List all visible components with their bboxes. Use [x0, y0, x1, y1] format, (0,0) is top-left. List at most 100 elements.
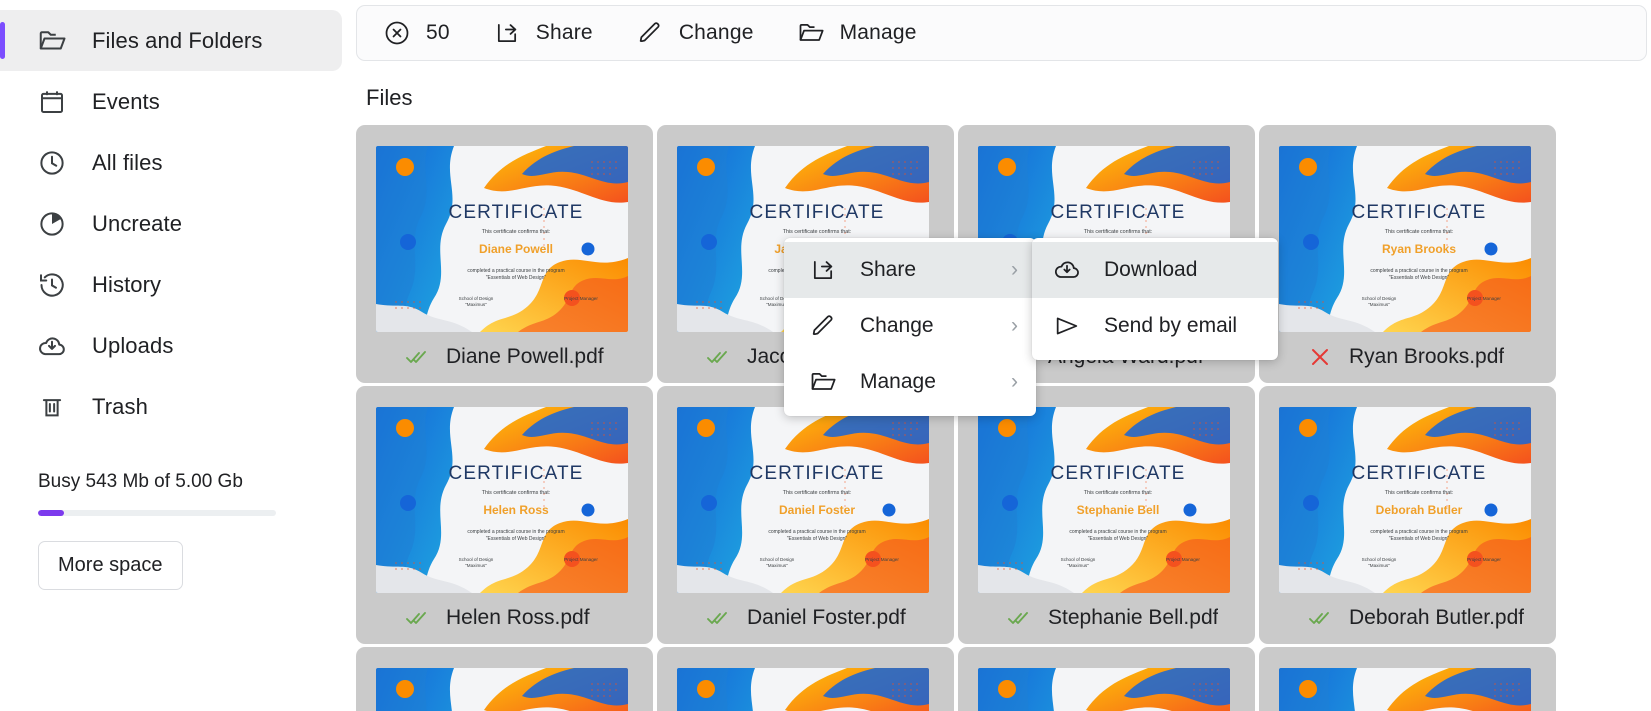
- file-thumbnail[interactable]: CERTIFICATE This certificate confirms th…: [376, 668, 628, 711]
- clear-selection-button[interactable]: 50: [382, 18, 450, 48]
- file-card[interactable]: CERTIFICATE This certificate confirms th…: [958, 647, 1255, 711]
- svg-text:Project Manager: Project Manager: [1166, 557, 1200, 562]
- sidebar-item-history[interactable]: History: [0, 254, 342, 315]
- chevron-right-icon: ›: [1011, 370, 1018, 393]
- sidebar-item-label: Uploads: [92, 332, 174, 358]
- selection-count: 50: [426, 21, 450, 44]
- svg-text:This certificate confirms that: This certificate confirms that:: [783, 229, 852, 235]
- svg-text:completed a practical course i: completed a practical course in the prog…: [1370, 268, 1467, 274]
- svg-text:Deborah Butler: Deborah Butler: [1376, 503, 1463, 517]
- svg-text:"Essentials of Web Design": "Essentials of Web Design": [1389, 536, 1450, 542]
- svg-text:This certificate confirms that: This certificate confirms that:: [783, 490, 852, 496]
- svg-text:This certificate confirms that: This certificate confirms that:: [1385, 229, 1454, 235]
- more-space-button[interactable]: More space: [38, 541, 183, 590]
- sidebar-item-label: History: [92, 271, 162, 297]
- svg-text:This certificate confirms that: This certificate confirms that:: [1084, 490, 1153, 496]
- submenu-item-label: Send by email: [1104, 314, 1238, 337]
- file-card-footer: Deborah Butler.pdf: [1279, 593, 1536, 643]
- context-submenu-share: Download Send by email: [1032, 238, 1278, 360]
- file-card[interactable]: CERTIFICATE This certificate confirms th…: [356, 647, 653, 711]
- svg-text:"Essentials of Web Design": "Essentials of Web Design": [1088, 536, 1149, 542]
- file-thumbnail[interactable]: CERTIFICATE This certificate confirms th…: [376, 146, 628, 332]
- certificate-thumbnail: CERTIFICATE This certificate confirms th…: [978, 668, 1230, 711]
- selection-toolbar: 50 Share Change Manage: [356, 5, 1647, 61]
- svg-text:CERTIFICATE: CERTIFICATE: [1352, 202, 1487, 223]
- file-card[interactable]: CERTIFICATE This certificate confirms th…: [1259, 647, 1556, 711]
- toolbar-action-label: Manage: [839, 21, 917, 44]
- svg-text:completed a practical course i: completed a practical course in the prog…: [467, 529, 564, 535]
- sidebar-item-uncreate[interactable]: Uncreate: [0, 193, 342, 254]
- svg-text:"Maximus": "Maximus": [766, 563, 788, 568]
- clock-icon: [36, 147, 68, 179]
- svg-text:This certificate confirms that: This certificate confirms that:: [1385, 490, 1454, 496]
- svg-text:Daniel Foster: Daniel Foster: [779, 503, 855, 517]
- svg-text:CERTIFICATE: CERTIFICATE: [1352, 463, 1487, 484]
- svg-text:School of Design: School of Design: [1061, 557, 1096, 562]
- svg-text:completed a practical course i: completed a practical course in the prog…: [1069, 529, 1166, 535]
- context-menu-item-share[interactable]: Share ›: [784, 242, 1036, 298]
- pie-chart-icon: [36, 208, 68, 240]
- double-check-icon: [1006, 605, 1032, 631]
- svg-text:Stephanie Bell: Stephanie Bell: [1077, 503, 1160, 517]
- context-menu: Share › Change › Manage ›: [784, 238, 1036, 416]
- svg-text:School of Design: School of Design: [1362, 557, 1397, 562]
- file-card[interactable]: CERTIFICATE This certificate confirms th…: [657, 647, 954, 711]
- context-menu-item-label: Manage: [860, 370, 936, 393]
- submenu-item-send-by-email[interactable]: Send by email: [1032, 298, 1278, 354]
- svg-text:"Maximus": "Maximus": [465, 302, 487, 307]
- toolbar-manage-button[interactable]: Manage: [796, 18, 917, 48]
- sidebar-item-all-files[interactable]: All files: [0, 132, 342, 193]
- file-thumbnail[interactable]: CERTIFICATE This certificate confirms th…: [978, 668, 1230, 711]
- file-card-footer: Daniel Foster.pdf: [677, 593, 934, 643]
- sidebar-item-label: Trash: [92, 393, 148, 419]
- file-card[interactable]: CERTIFICATE This certificate confirms th…: [356, 125, 653, 383]
- file-card[interactable]: CERTIFICATE This certificate confirms th…: [657, 386, 954, 644]
- certificate-thumbnail: CERTIFICATE This certificate confirms th…: [1279, 668, 1531, 711]
- svg-text:"Maximus": "Maximus": [1368, 302, 1390, 307]
- calendar-icon: [36, 86, 68, 118]
- double-check-icon: [404, 605, 430, 631]
- file-card[interactable]: CERTIFICATE This certificate confirms th…: [356, 386, 653, 644]
- submenu-item-download[interactable]: Download: [1032, 242, 1278, 298]
- file-thumbnail[interactable]: CERTIFICATE This certificate confirms th…: [1279, 146, 1531, 332]
- cloud-download-icon: [1052, 255, 1082, 285]
- toolbar-change-button[interactable]: Change: [635, 18, 754, 48]
- sidebar-item-trash[interactable]: Trash: [0, 376, 342, 437]
- file-card[interactable]: CERTIFICATE This certificate confirms th…: [1259, 386, 1556, 644]
- folder-open-icon: [36, 25, 68, 57]
- svg-text:completed a practical course i: completed a practical course in the prog…: [467, 268, 564, 274]
- svg-text:CERTIFICATE: CERTIFICATE: [449, 463, 584, 484]
- file-card-footer: Ryan Brooks.pdf: [1279, 332, 1536, 382]
- file-thumbnail[interactable]: CERTIFICATE This certificate confirms th…: [1279, 407, 1531, 593]
- toolbar-share-button[interactable]: Share: [492, 18, 593, 48]
- sidebar-item-label: Events: [92, 88, 160, 114]
- svg-text:CERTIFICATE: CERTIFICATE: [750, 463, 885, 484]
- context-menu-item-manage[interactable]: Manage ›: [784, 354, 1036, 410]
- sidebar-item-events[interactable]: Events: [0, 71, 342, 132]
- file-thumbnail[interactable]: CERTIFICATE This certificate confirms th…: [978, 407, 1230, 593]
- file-thumbnail[interactable]: CERTIFICATE This certificate confirms th…: [677, 668, 929, 711]
- main-content: 50 Share Change Manage Files CERTIFICATE…: [356, 0, 1651, 711]
- certificate-thumbnail: CERTIFICATE This certificate confirms th…: [1279, 146, 1531, 332]
- context-menu-item-change[interactable]: Change ›: [784, 298, 1036, 354]
- toolbar-action-label: Change: [678, 21, 754, 44]
- file-thumbnail[interactable]: CERTIFICATE This certificate confirms th…: [677, 407, 929, 593]
- file-card[interactable]: CERTIFICATE This certificate confirms th…: [958, 386, 1255, 644]
- sidebar: Files and Folders Events All files Uncre…: [0, 0, 356, 711]
- file-thumbnail[interactable]: CERTIFICATE This certificate confirms th…: [1279, 668, 1531, 711]
- certificate-thumbnail: CERTIFICATE This certificate confirms th…: [677, 668, 929, 711]
- svg-text:Project Manager: Project Manager: [1467, 296, 1501, 301]
- file-name: Daniel Foster.pdf: [747, 606, 906, 629]
- files-grid: CERTIFICATE This certificate confirms th…: [356, 125, 1651, 711]
- file-card-footer: Helen Ross.pdf: [376, 593, 633, 643]
- file-card[interactable]: CERTIFICATE This certificate confirms th…: [1259, 125, 1556, 383]
- sidebar-item-uploads[interactable]: Uploads: [0, 315, 342, 376]
- context-menu-item-label: Share: [860, 258, 917, 281]
- send-icon: [1052, 311, 1082, 341]
- file-name: Deborah Butler.pdf: [1349, 606, 1525, 629]
- sidebar-item-files-and-folders[interactable]: Files and Folders: [0, 10, 342, 71]
- file-thumbnail[interactable]: CERTIFICATE This certificate confirms th…: [376, 407, 628, 593]
- svg-text:School of Design: School of Design: [459, 296, 494, 301]
- svg-text:This certificate confirms that: This certificate confirms that:: [1084, 229, 1153, 235]
- svg-text:"Essentials of Web Design": "Essentials of Web Design": [787, 536, 848, 542]
